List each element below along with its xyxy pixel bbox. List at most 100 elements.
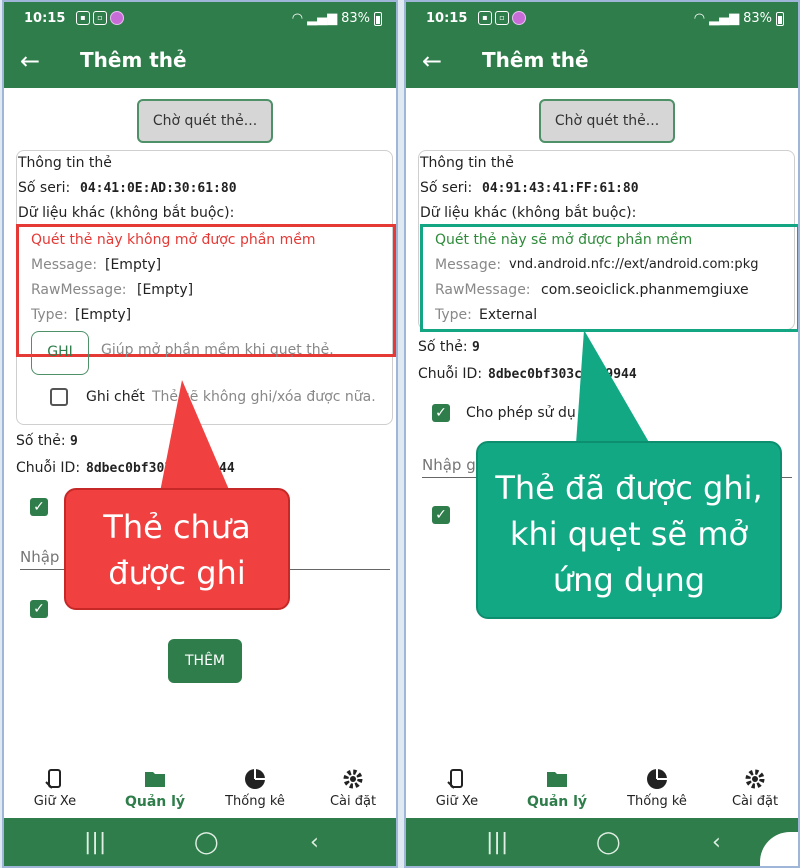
type-label: Type: bbox=[31, 307, 68, 323]
home-icon[interactable]: ◯ bbox=[596, 830, 621, 855]
folder-icon bbox=[547, 772, 567, 787]
home-icon[interactable]: ◯ bbox=[194, 830, 219, 855]
bottom-navigation: Giữ Xe Quản lý Thống kê Cài đặt bbox=[4, 762, 396, 818]
message-label: Message: bbox=[435, 257, 502, 273]
ndef-data-box: Quét thẻ này sẽ mở được phần mềm Message… bbox=[420, 224, 798, 332]
gear-icon bbox=[343, 769, 363, 789]
nfc-phone-icon bbox=[45, 769, 61, 789]
warning-text: Quét thẻ này không mở được phần mềm bbox=[31, 232, 316, 248]
message-value: vnd.android.nfc://ext/android.com:pkg bbox=[509, 257, 759, 272]
recent-apps-icon[interactable]: ||| bbox=[84, 830, 106, 855]
page-title: Thêm thẻ bbox=[482, 48, 589, 72]
type-value: [Empty] bbox=[75, 307, 132, 323]
gallery-icon: ▫ bbox=[93, 11, 107, 25]
serial-value: 04:91:43:41:FF:61:80 bbox=[482, 181, 639, 196]
rawmessage-label: RawMessage: bbox=[31, 282, 127, 298]
nav-cai-dat[interactable]: Cài đặt bbox=[710, 768, 798, 809]
battery-level: 83% bbox=[341, 11, 370, 26]
nav-label: Giữ Xe bbox=[435, 794, 479, 809]
nav-quan-ly[interactable]: Quản lý bbox=[110, 768, 200, 810]
battery-icon bbox=[374, 11, 382, 26]
gear-icon bbox=[745, 769, 765, 789]
scan-card-button[interactable]: Chờ quét thẻ... bbox=[137, 99, 273, 143]
folder-icon bbox=[145, 772, 165, 787]
system-navigation: ||| ◯ ‹ bbox=[406, 818, 798, 866]
back-arrow-icon[interactable]: ← bbox=[20, 48, 40, 74]
recent-apps-icon[interactable]: ||| bbox=[486, 830, 508, 855]
back-icon[interactable]: ‹ bbox=[310, 830, 319, 855]
card-number-value: 9 bbox=[70, 434, 78, 449]
chain-id-label: Chuỗi ID: bbox=[16, 460, 81, 476]
notification-icon: ▪ bbox=[478, 11, 492, 25]
app-bar: ← Thêm thẻ bbox=[4, 36, 396, 88]
option-checkbox[interactable]: ✓ bbox=[30, 600, 48, 618]
status-time: 10:15 bbox=[24, 11, 66, 26]
serial-label: Số seri: bbox=[420, 180, 473, 196]
rawmessage-value: [Empty] bbox=[137, 282, 194, 298]
back-icon[interactable]: ‹ bbox=[712, 830, 721, 855]
lock-card-label: Ghi chết bbox=[86, 389, 145, 405]
callout-written-card: Thẻ đã được ghi, khi quẹt sẽ mở ứng dụng bbox=[476, 441, 782, 619]
nav-quan-ly[interactable]: Quản lý bbox=[512, 768, 602, 810]
allow-use-checkbox[interactable]: ✓ bbox=[432, 404, 450, 422]
pie-chart-icon bbox=[647, 769, 667, 789]
message-label: Message: bbox=[31, 257, 98, 273]
card-info-heading: Thông tin thẻ bbox=[420, 155, 514, 171]
scan-card-button[interactable]: Chờ quét thẻ... bbox=[539, 99, 675, 143]
nav-label: Quản lý bbox=[124, 794, 186, 810]
type-label: Type: bbox=[435, 307, 472, 323]
nav-label: Cài đặt bbox=[329, 794, 377, 809]
nav-thong-ke[interactable]: Thống kê bbox=[612, 768, 702, 809]
nav-label: Thống kê bbox=[627, 794, 687, 809]
signal-icon: ▂▄▆ bbox=[709, 11, 740, 26]
bottom-navigation: Giữ Xe Quản lý Thống kê Cài đặt bbox=[406, 762, 798, 818]
card-info-heading: Thông tin thẻ bbox=[18, 155, 112, 171]
option-checkbox[interactable]: ✓ bbox=[432, 506, 450, 524]
nav-label: Giữ Xe bbox=[33, 794, 77, 809]
nav-label: Cài đặt bbox=[731, 794, 779, 809]
card-number-value: 9 bbox=[472, 340, 480, 355]
gallery-icon: ▫ bbox=[495, 11, 509, 25]
chain-id-label: Chuỗi ID: bbox=[418, 366, 483, 382]
card-number-label: Số thẻ: bbox=[16, 433, 66, 449]
callout-unwritten-card: Thẻ chưa được ghi bbox=[64, 488, 290, 610]
callout-left-pointer bbox=[160, 380, 230, 492]
back-arrow-icon[interactable]: ← bbox=[422, 48, 442, 74]
status-bar: 10:15 ▪ ▫ ◠ ▂▄▆ 83% bbox=[406, 2, 798, 36]
nav-thong-ke[interactable]: Thống kê bbox=[210, 768, 300, 809]
add-button[interactable]: THÊM bbox=[168, 639, 242, 683]
nav-giu-xe[interactable]: Giữ Xe bbox=[412, 768, 502, 809]
ndef-data-box: Quét thẻ này không mở được phần mềm Mess… bbox=[16, 224, 396, 375]
notice-text: Quét thẻ này sẽ mở được phần mềm bbox=[435, 232, 693, 248]
status-time: 10:15 bbox=[426, 11, 468, 26]
message-value: [Empty] bbox=[105, 257, 162, 273]
app-bar: ← Thêm thẻ bbox=[406, 36, 798, 88]
other-data-label: Dữ liệu khác (không bắt buộc): bbox=[420, 205, 637, 221]
rawmessage-value: com.seoiclick.phanmemgiuxe bbox=[541, 282, 749, 298]
nav-label: Thống kê bbox=[225, 794, 285, 809]
allow-use-checkbox[interactable]: ✓ bbox=[30, 498, 48, 516]
wifi-icon: ◠ bbox=[291, 11, 304, 26]
serial-label: Số seri: bbox=[18, 180, 71, 196]
write-card-button[interactable]: GHI bbox=[31, 331, 89, 375]
nfc-phone-icon bbox=[447, 769, 463, 789]
status-bar: 10:15 ▪ ▫ ◠ ▂▄▆ 83% bbox=[4, 2, 396, 36]
battery-level: 83% bbox=[743, 11, 772, 26]
signal-icon: ▂▄▆ bbox=[307, 11, 338, 26]
app-notification-icon bbox=[512, 11, 526, 25]
write-hint: Giúp mở phần mềm khi quẹt thẻ. bbox=[101, 342, 334, 358]
nav-label: Quản lý bbox=[526, 794, 588, 810]
system-navigation: ||| ◯ ‹ bbox=[4, 818, 396, 866]
serial-value: 04:41:0E:AD:30:61:80 bbox=[80, 181, 237, 196]
type-value: External bbox=[479, 307, 538, 323]
wifi-icon: ◠ bbox=[693, 11, 706, 26]
notification-icon: ▪ bbox=[76, 11, 90, 25]
allow-use-label: Cho phép sử dụ bbox=[466, 405, 576, 421]
nav-cai-dat[interactable]: Cài đặt bbox=[308, 768, 396, 809]
rawmessage-label: RawMessage: bbox=[435, 282, 531, 298]
lock-card-checkbox[interactable] bbox=[50, 388, 68, 406]
page-title: Thêm thẻ bbox=[80, 48, 187, 72]
battery-icon bbox=[776, 11, 784, 26]
app-notification-icon bbox=[110, 11, 124, 25]
nav-giu-xe[interactable]: Giữ Xe bbox=[10, 768, 100, 809]
